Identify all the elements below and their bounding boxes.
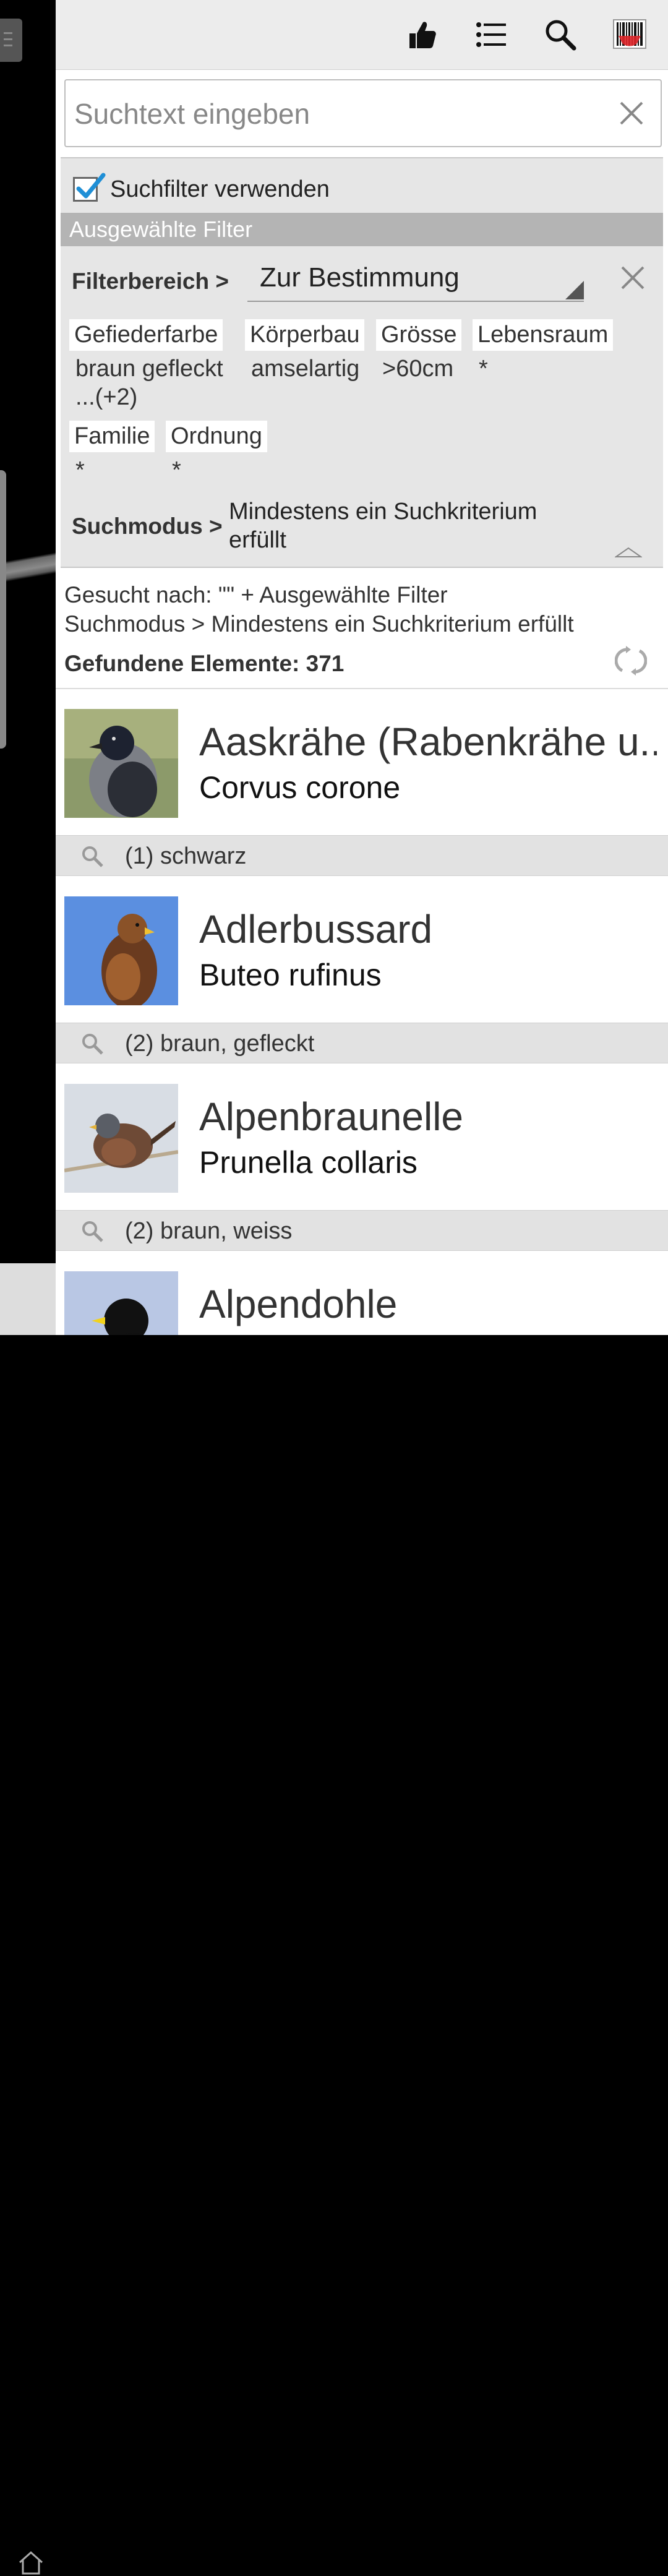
match-text: (2) braun, weiss — [125, 1218, 293, 1244]
use-filter-label: Suchfilter verwenden — [110, 176, 330, 202]
filter-chip-groesse[interactable]: Grösse >60cm — [376, 319, 469, 383]
search-summary: Gesucht nach: "" + Ausgewählte Filter Su… — [64, 580, 658, 638]
crow-photo — [64, 709, 178, 818]
barcode-button[interactable] — [610, 15, 649, 54]
match-text: (1) schwarz — [125, 843, 247, 869]
filter-panel: Suchfilter verwenden Ausgewählte Filter … — [61, 157, 663, 568]
search-field[interactable] — [64, 79, 662, 147]
use-filter-checkbox[interactable] — [73, 173, 106, 202]
home-icon[interactable] — [17, 2549, 45, 2576]
bird-thumbnail — [64, 896, 178, 1005]
filter-chip-label: Grösse — [376, 319, 462, 351]
filter-chip-value: * — [479, 356, 488, 382]
searched-for-text: Gesucht nach: "" + Ausgewählte Filter — [64, 582, 448, 608]
filter-chip-value: amselartig — [251, 356, 360, 382]
clear-search-icon[interactable] — [617, 99, 646, 127]
background-app — [0, 0, 56, 2575]
search-mode-label: Suchmodus > — [72, 513, 223, 539]
barcode-scanner-icon — [613, 19, 646, 49]
bird-latin-name: Buteo rufinus — [199, 958, 382, 992]
search-input[interactable] — [73, 92, 607, 136]
use-filter-toggle[interactable]: Suchfilter verwenden — [73, 171, 330, 208]
filter-chip-label: Körperbau — [245, 319, 365, 351]
like-button[interactable] — [402, 15, 442, 54]
filter-chip-familie[interactable]: Familie * — [69, 421, 168, 484]
accentor-photo — [64, 1084, 178, 1193]
filter-area-label: Filterbereich > — [72, 268, 229, 294]
result-item[interactable]: Aaskrähe (Rabenkrähe u.. Corvus corone (… — [56, 689, 668, 876]
bird-latin-name: Prunella collaris — [199, 1145, 417, 1180]
match-criteria: (2) braun, gefleckt — [56, 1023, 668, 1063]
search-icon — [82, 1034, 103, 1055]
search-icon — [82, 1221, 103, 1242]
filter-chip-label: Familie — [69, 421, 155, 452]
bird-name: Aaskrähe (Rabenkrähe u.. — [199, 719, 657, 764]
bird-name: Alpendohle — [199, 1282, 398, 1326]
background-image — [0, 544, 56, 594]
filter-chip-value: * — [172, 457, 181, 483]
filter-chip-ordnung[interactable]: Ordnung * — [166, 421, 277, 484]
filter-chip-koerperbau[interactable]: Körperbau amselartig — [245, 319, 369, 383]
drawer-handle[interactable] — [0, 470, 6, 749]
collapse-icon[interactable] — [615, 547, 642, 558]
filter-area-value: Zur Bestimmung — [260, 262, 460, 293]
bird-name: Alpenbraunelle — [199, 1094, 463, 1139]
dropdown-arrow-icon — [565, 281, 584, 299]
result-item[interactable]: Alpenbraunelle Prunella collaris (2) bra… — [56, 1064, 668, 1251]
refresh-icon[interactable] — [615, 646, 647, 676]
chough-photo — [64, 1271, 178, 1335]
bird-thumbnail — [64, 709, 178, 818]
match-criteria: (2) braun, weiss — [56, 1210, 668, 1251]
drawer-menu-icon[interactable] — [0, 19, 22, 62]
filter-chip-label: Gefiederfarbe — [69, 319, 223, 351]
list-button[interactable] — [471, 15, 511, 54]
result-item[interactable]: Alpendohle — [56, 1252, 668, 1335]
bird-thumbnail — [64, 1271, 178, 1335]
result-item[interactable]: Adlerbussard Buteo rufinus (2) braun, ge… — [56, 877, 668, 1063]
filter-chip-value: braun gefleckt ...(+2) — [75, 356, 223, 410]
bird-thumbnail — [64, 1084, 178, 1193]
bird-name: Adlerbussard — [199, 907, 433, 951]
filter-chip-label: Lebensraum — [473, 319, 614, 351]
match-criteria: (1) schwarz — [56, 835, 668, 876]
filter-area-dropdown[interactable]: Zur Bestimmung — [247, 257, 584, 302]
filter-chip-gefiederfarbe[interactable]: Gefiederfarbe braun gefleckt ...(+2) — [69, 319, 230, 411]
clear-filter-icon[interactable] — [620, 265, 646, 291]
selected-filters-header: Ausgewählte Filter — [61, 213, 663, 246]
filter-chip-value: * — [75, 457, 85, 483]
found-count: Gefundene Elemente: 371 — [64, 651, 345, 676]
search-icon — [546, 20, 576, 51]
search-panel: Suchfilter verwenden Ausgewählte Filter … — [56, 0, 668, 1335]
filter-chip-label: Ordnung — [166, 421, 267, 452]
buzzard-photo — [64, 896, 178, 1005]
match-text: (2) braun, gefleckt — [125, 1031, 315, 1057]
background-bottom-bar — [0, 1263, 56, 2575]
bird-latin-name: Corvus corone — [199, 770, 401, 805]
list-icon — [476, 22, 506, 47]
thumbs-up-icon — [409, 22, 436, 48]
search-mode-summary: Suchmodus > Mindestens ein Suchkriterium… — [64, 611, 574, 637]
filter-chip-lebensraum[interactable]: Lebensraum * — [473, 319, 621, 383]
search-button[interactable] — [541, 15, 580, 54]
filter-chip-value: >60cm — [382, 356, 454, 382]
search-icon — [82, 846, 103, 867]
checkmark-icon — [76, 173, 106, 199]
search-mode-value[interactable]: Mindestens ein Suchkriterium erfüllt — [229, 497, 575, 554]
toolbar — [56, 0, 668, 70]
